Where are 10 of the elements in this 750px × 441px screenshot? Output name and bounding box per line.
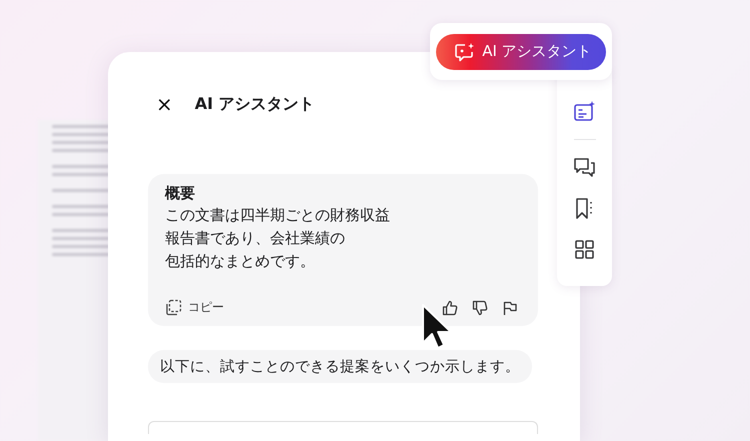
sparkle-chat-icon — [454, 42, 476, 62]
suggestion-message: 以下に、試すことのできる提案をいくつか示します。 — [148, 350, 532, 383]
input-field[interactable] — [148, 421, 538, 434]
panel-title: AI アシスタント — [194, 94, 315, 114]
copy-button[interactable]: コピー — [165, 299, 224, 316]
summary-heading: 概要 — [165, 184, 196, 203]
close-button[interactable]: × — [156, 92, 173, 116]
ai-assistant-button[interactable]: AI アシスタント — [436, 34, 606, 70]
summary-text: この文書は四半期ごとの財務収益 報告書であり、会社業績の 包括的なまとめです。 — [165, 205, 391, 272]
copy-icon — [165, 299, 182, 316]
